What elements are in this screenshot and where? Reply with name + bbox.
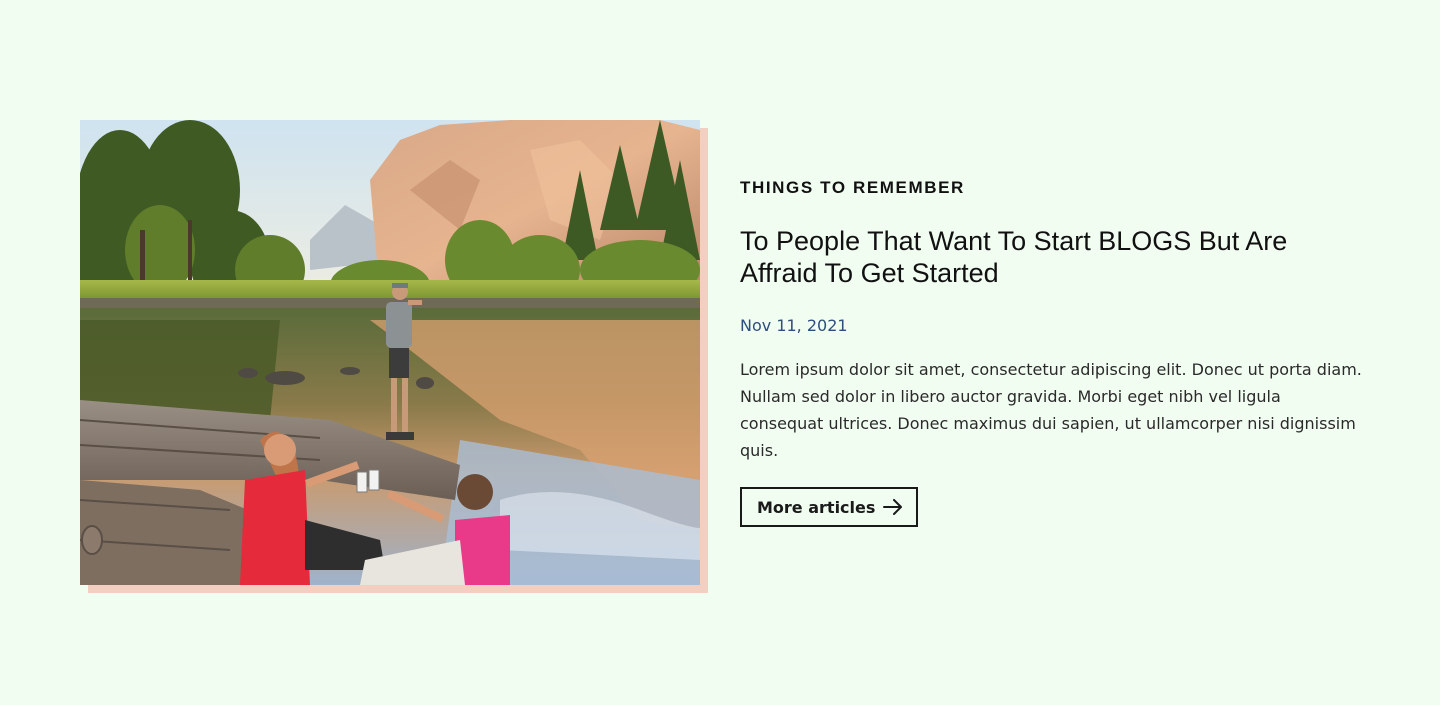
landscape-illustration: [80, 120, 700, 585]
article-title[interactable]: To People That Want To Start BLOGS But A…: [740, 225, 1320, 289]
more-articles-label: More articles: [757, 497, 876, 517]
article-details: THINGS TO REMEMBER To People That Want T…: [740, 178, 1380, 527]
article-date: Nov 11, 2021: [740, 316, 848, 335]
featured-article: THINGS TO REMEMBER To People That Want T…: [80, 120, 1440, 600]
more-articles-button[interactable]: More articles: [740, 487, 919, 527]
article-category: THINGS TO REMEMBER: [740, 178, 965, 197]
article-excerpt: Lorem ipsum dolor sit amet, consectetur …: [740, 360, 1362, 460]
arrow-right-icon: [883, 499, 903, 515]
article-photo[interactable]: [80, 120, 700, 585]
